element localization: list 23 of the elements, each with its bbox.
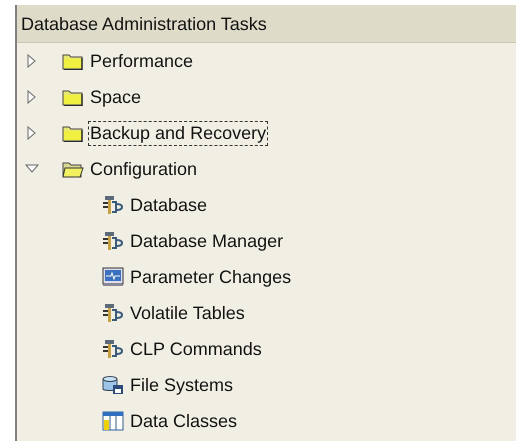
tree-item[interactable]: File Systems (128, 372, 236, 398)
folder-icon (62, 88, 84, 106)
tree-item[interactable]: Performance (88, 48, 196, 74)
folder-icon (62, 124, 84, 142)
folder-icon (62, 52, 84, 70)
tree-item[interactable]: CLP Commands (128, 336, 264, 362)
tree-item[interactable]: Parameter Changes (128, 264, 294, 290)
panel-title: Database Administration Tasks (17, 5, 516, 43)
tree-item[interactable]: Backup and Recovery (88, 120, 268, 146)
database-disk-icon (102, 375, 124, 395)
monitor-chart-icon (102, 267, 124, 287)
tools-icon (102, 231, 124, 251)
tools-icon (102, 303, 124, 323)
tree-item[interactable]: Database Manager (128, 228, 286, 254)
tools-icon (102, 339, 124, 359)
tools-icon (102, 195, 124, 215)
tree-item[interactable]: Configuration (88, 156, 200, 182)
tree-item[interactable]: Volatile Tables (128, 300, 247, 326)
tree-item[interactable]: Data Classes (128, 408, 240, 434)
table-icon (102, 411, 124, 431)
tree-item[interactable]: Database (128, 192, 210, 218)
tree-item[interactable]: Space (88, 84, 144, 110)
open-folder-icon (62, 160, 84, 178)
